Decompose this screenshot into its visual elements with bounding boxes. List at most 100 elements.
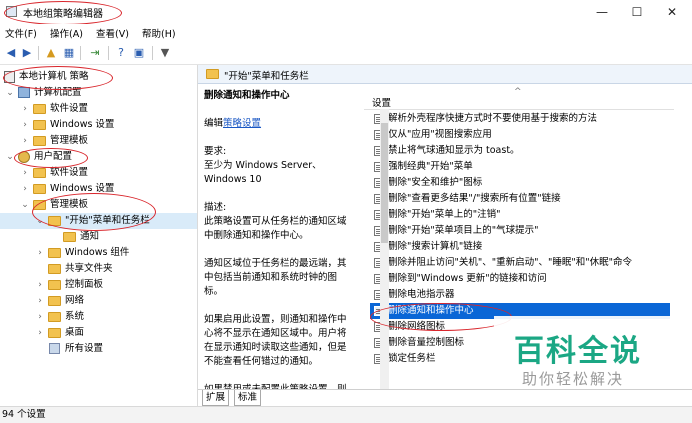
tab-extended[interactable]: 扩展 — [202, 390, 230, 406]
properties-icon[interactable]: ▣ — [132, 46, 146, 60]
edit-policy-link[interactable]: 策略设置 — [223, 118, 261, 129]
folder-icon — [63, 232, 76, 242]
expand-chevron-icon[interactable]: › — [35, 277, 45, 293]
expand-chevron-icon[interactable]: › — [20, 101, 30, 117]
menu-file[interactable]: 文件(F) — [5, 26, 37, 40]
user-icon — [18, 151, 30, 163]
tree-item-start-menu-taskbar[interactable]: ⌄ "开始"菜单和任务栏 — [0, 213, 197, 229]
status-bar: 94 个设置 — [0, 406, 692, 423]
setting-row[interactable]: 删除"安全和维护"图标 — [370, 175, 670, 191]
expand-chevron-icon[interactable]: › — [20, 133, 30, 149]
setting-row[interactable]: 删除"搜索计算机"链接 — [370, 239, 670, 255]
expand-chevron-icon[interactable]: › — [35, 245, 45, 261]
description-para2: 通知区域位于任务栏的最远端，其中包括当前通知和系统时钟的图标。 — [204, 258, 347, 297]
watermark-subtitle: 助你轻松解决 — [522, 370, 625, 388]
tree-item-computer-config[interactable]: ⌄ 计算机配置 — [0, 85, 197, 101]
setting-row[interactable]: 删除并阻止访问"关机"、"重新启动"、"睡眠"和"休眠"命令 — [370, 255, 670, 271]
sort-caret-icon: ^ — [514, 87, 522, 97]
setting-row[interactable]: 删除"查看更多结果"/"搜索所有位置"链接 — [370, 191, 670, 207]
toolbar-divider — [108, 46, 109, 60]
tree-item-windows-settings[interactable]: › Windows 设置 — [0, 117, 197, 133]
tree-item-windows-components[interactable]: › Windows 组件 — [0, 245, 197, 261]
export-list-icon[interactable]: ⇥ — [88, 46, 102, 60]
setting-row[interactable]: 禁止将气球通知显示为 toast。 — [370, 143, 670, 159]
expand-chevron-icon[interactable]: › — [20, 165, 30, 181]
settings-list-icon — [49, 343, 60, 354]
tree-item-windows-settings[interactable]: › Windows 设置 — [0, 181, 197, 197]
description-label: 描述: — [204, 202, 227, 213]
up-folder-icon[interactable]: ▲ — [44, 46, 58, 60]
setting-row[interactable]: 强制经典"开始"菜单 — [370, 159, 670, 175]
tree-item-root[interactable]: 本地计算机 策略 — [0, 69, 197, 85]
show-tree-icon[interactable]: ▦ — [62, 46, 76, 60]
folder-icon — [48, 296, 61, 306]
app-icon — [6, 6, 17, 17]
filter-icon[interactable]: ▼ — [158, 46, 172, 60]
tree-item-system[interactable]: › 系统 — [0, 309, 197, 325]
tab-standard[interactable]: 标准 — [234, 390, 262, 406]
expand-chevron-icon[interactable]: › — [20, 181, 30, 197]
policy-tree: 本地计算机 策略 ⌄ 计算机配置 › 软件设置 › Windows 设置 › 管… — [0, 65, 198, 406]
policy-title: 删除通知和操作中心 — [204, 90, 290, 101]
expand-chevron-icon[interactable]: › — [20, 117, 30, 133]
folder-icon — [33, 136, 46, 146]
folder-icon — [206, 69, 219, 79]
back-arrow-icon[interactable]: ◀ — [4, 46, 18, 60]
setting-row[interactable]: 删除电池指示器 — [370, 287, 670, 303]
maximize-button[interactable]: ☐ — [620, 2, 654, 22]
toolbar-divider — [80, 46, 81, 60]
expand-chevron-icon[interactable]: › — [35, 309, 45, 325]
tree-item-admin-templates[interactable]: ⌄ 管理模板 — [0, 197, 197, 213]
setting-row[interactable]: 删除"开始"菜单上的"注销" — [370, 207, 670, 223]
setting-row[interactable]: 仅从"应用"视图搜索应用 — [370, 127, 670, 143]
expand-chevron-icon[interactable]: › — [35, 293, 45, 309]
tree-item-control-panel[interactable]: › 控制面板 — [0, 277, 197, 293]
folder-icon — [48, 312, 61, 322]
watermark-title: 百科全说 — [514, 334, 642, 369]
collapse-chevron-icon[interactable]: ⌄ — [5, 85, 15, 101]
edit-policy-line: 编辑策略设置 — [204, 118, 262, 129]
status-text: 94 个设置 — [2, 409, 46, 420]
tree-item-software-settings[interactable]: › 软件设置 — [0, 165, 197, 181]
computer-icon — [18, 87, 30, 98]
folder-icon — [48, 264, 61, 274]
collapse-chevron-icon[interactable]: ⌄ — [20, 197, 30, 213]
expand-chevron-icon[interactable]: › — [35, 325, 45, 341]
requirements-text: 至少为 Windows Server、Windows 10 — [204, 160, 322, 185]
folder-icon — [33, 184, 46, 194]
help-icon[interactable]: ? — [114, 46, 128, 60]
tree-item-notifications[interactable]: 通知 — [0, 229, 197, 245]
menu-action[interactable]: 操作(A) — [50, 26, 83, 40]
menu-view[interactable]: 查看(V) — [96, 26, 129, 40]
setting-row[interactable]: 删除到"Windows 更新"的链接和访问 — [370, 271, 670, 287]
scrollbar-thumb[interactable] — [381, 123, 388, 243]
folder-icon — [48, 216, 61, 226]
requirements-label: 要求: — [204, 146, 227, 157]
tree-item-shared-folders[interactable]: 共享文件夹 — [0, 261, 197, 277]
title-bar: 本地组策略编辑器 — ☐ ✕ — [0, 0, 692, 24]
collapse-chevron-icon[interactable]: ⌄ — [5, 149, 15, 165]
tree-item-all-settings[interactable]: 所有设置 — [0, 341, 197, 357]
folder-icon — [33, 104, 46, 114]
folder-icon — [33, 168, 46, 178]
tree-item-network[interactable]: › 网络 — [0, 293, 197, 309]
tree-item-desktop[interactable]: › 桌面 — [0, 325, 197, 341]
setting-row[interactable]: 解析外壳程序快捷方式时不要使用基于搜索的方法 — [370, 111, 670, 127]
settings-column-header[interactable]: ^ 设置 — [364, 87, 674, 110]
tree-item-user-config[interactable]: ⌄ 用户配置 — [0, 149, 197, 165]
description-para3: 如果启用此设置，则通知和操作中心将不显示在通知区域中。用户将在显示通知时读取这些… — [204, 314, 347, 367]
forward-arrow-icon[interactable]: ▶ — [20, 46, 34, 60]
window-title: 本地组策略编辑器 — [23, 9, 103, 20]
setting-row[interactable]: 删除"开始"菜单项目上的"气球提示" — [370, 223, 670, 239]
view-tabs: 扩展 标准 — [198, 389, 692, 407]
tree-item-admin-templates[interactable]: › 管理模板 — [0, 133, 197, 149]
description-scrollbar[interactable] — [380, 109, 389, 389]
close-button[interactable]: ✕ — [655, 2, 689, 22]
menu-help[interactable]: 帮助(H) — [142, 26, 176, 40]
toolbar: ◀ ▶ ▲ ▦ ⇥ ? ▣ ▼ — [0, 42, 692, 65]
collapse-chevron-icon[interactable]: ⌄ — [35, 213, 45, 229]
details-header: "开始"菜单和任务栏 — [198, 65, 692, 84]
tree-item-software-settings[interactable]: › 软件设置 — [0, 101, 197, 117]
folder-icon — [48, 328, 61, 338]
minimize-button[interactable]: — — [585, 2, 619, 22]
